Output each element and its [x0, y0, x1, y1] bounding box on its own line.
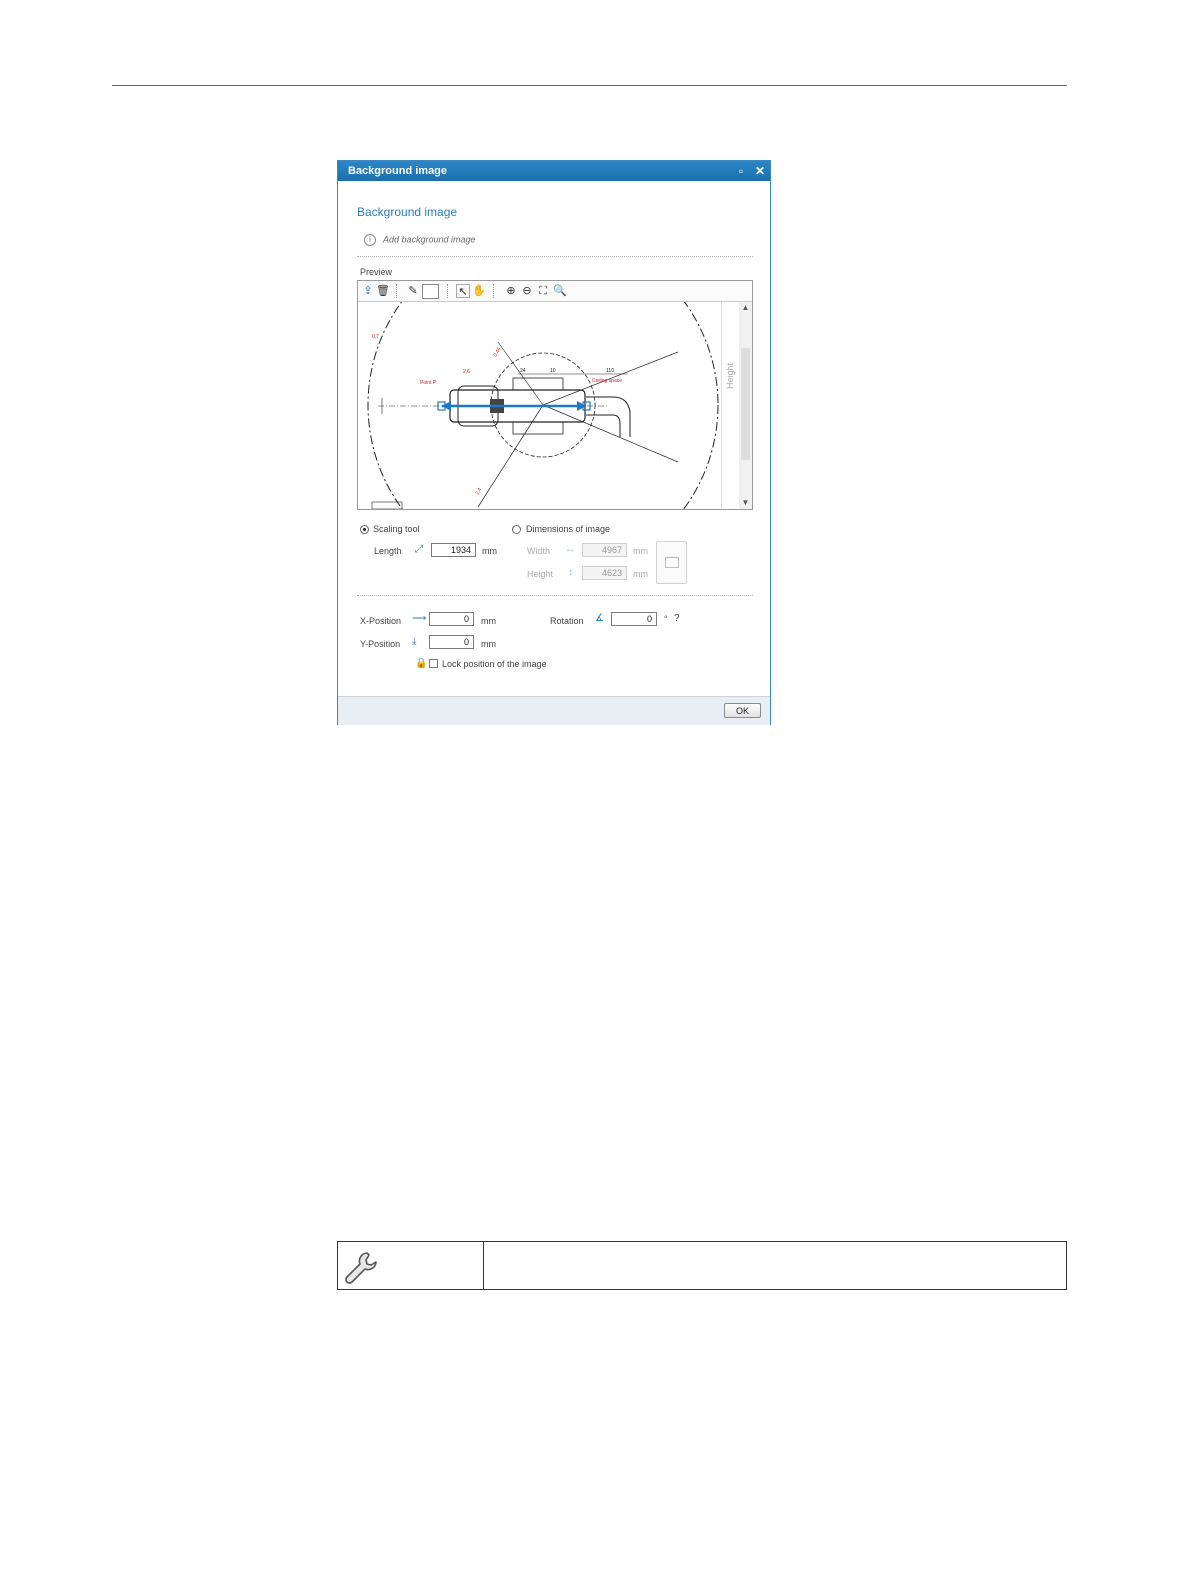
drawing-label: 110: [606, 368, 614, 374]
lock-position-checkbox[interactable]: [429, 659, 438, 668]
length-label: Length: [374, 546, 402, 556]
background-image-dialog: Background image ▫ ✕ Background image iA…: [337, 160, 771, 725]
length-input[interactable]: 1934: [431, 543, 476, 557]
width-input[interactable]: 4967: [582, 543, 627, 557]
y-position-label: Y-Position: [360, 639, 401, 649]
zoom-fit-icon[interactable]: ⛶: [536, 284, 550, 298]
height-unit: mm: [633, 569, 648, 579]
note-table: [337, 1241, 1067, 1290]
rotation-label: Rotation: [550, 616, 584, 626]
drawing-label: 0,7: [372, 334, 379, 340]
dimensions-label: Dimensions of image: [526, 524, 611, 534]
x-position-label: X-Position: [360, 616, 402, 626]
preview-canvas[interactable]: 0,7 Point P 2,6 0,46 24 10 110 Ceiling s…: [358, 302, 721, 509]
vertical-scrollbar[interactable]: ▲ ▼: [739, 302, 752, 509]
close-icon[interactable]: ✕: [753, 161, 767, 181]
page-header-rule: [112, 85, 1067, 86]
separator: [357, 256, 753, 257]
info-row: i Add background image: [364, 234, 476, 246]
pan-hand-icon[interactable]: ✋: [472, 284, 486, 298]
robot-bottom-module: [512, 421, 564, 435]
separator: [357, 595, 753, 596]
drawing-label: 10: [550, 368, 556, 374]
info-icon: i: [364, 234, 376, 246]
y-position-input[interactable]: 0: [429, 635, 474, 649]
scroll-up-icon[interactable]: ▲: [739, 302, 752, 314]
aspect-ratio-link-button[interactable]: [656, 541, 687, 584]
rotation-input[interactable]: 0: [611, 612, 657, 626]
preview-panel: ⇪ 🗑 ✎ ↖ ✋ ⊕ ⊖ ⛶ 🔍 0,7 Point P 2,6 0,46 2…: [357, 280, 753, 510]
width-unit: mm: [633, 546, 648, 556]
zoom-out-icon[interactable]: ⊖: [520, 284, 534, 298]
preview-label: Preview: [360, 267, 393, 277]
restore-icon[interactable]: ▫: [734, 161, 748, 181]
scroll-down-icon[interactable]: ▼: [739, 497, 752, 509]
section-heading: Background image: [357, 205, 458, 219]
height-ruler-label: Height: [725, 362, 735, 389]
width-arrow-icon: ↔: [565, 544, 575, 555]
cable-path: [586, 396, 631, 437]
toolbar-separator: [396, 284, 397, 298]
drawing-label: Point P: [420, 380, 437, 386]
link-icon: [665, 557, 679, 568]
drawing-label: 2,4: [475, 487, 484, 496]
length-unit: mm: [482, 546, 497, 556]
eyedropper-icon[interactable]: ✎: [406, 284, 420, 298]
zoom-in-icon[interactable]: ⊕: [504, 284, 518, 298]
dialog-footer: [338, 696, 770, 725]
x-axis-icon: ⟶: [412, 613, 427, 624]
lock-position-label: Lock position of the image: [442, 659, 547, 669]
toolbar-separator: [447, 284, 448, 298]
cable-path-2: [586, 414, 621, 437]
y-axis-icon: ⤓: [412, 636, 417, 647]
wrench-icon: [345, 1252, 377, 1284]
x-position-unit: mm: [481, 616, 496, 626]
info-text: Add background image: [383, 234, 476, 245]
open-image-icon[interactable]: ⇪: [361, 284, 375, 298]
preview-toolbar: ⇪ 🗑 ✎ ↖ ✋ ⊕ ⊖ ⛶ 🔍: [358, 281, 752, 302]
width-label: Width: [527, 546, 551, 556]
height-label: Height: [527, 569, 554, 579]
toolbar-separator: [493, 284, 494, 298]
y-position-unit: mm: [481, 639, 496, 649]
dimensions-radio[interactable]: [512, 525, 521, 534]
drawing-label: Ceiling space: [592, 378, 622, 384]
height-arrow-icon: ↕: [568, 567, 573, 578]
ok-button[interactable]: OK: [724, 703, 761, 718]
zoom-reset-icon[interactable]: 🔍: [553, 284, 567, 298]
scaling-tool-label: Scaling tool: [373, 524, 420, 534]
color-swatch[interactable]: [422, 284, 439, 299]
scroll-thumb[interactable]: [741, 348, 750, 460]
note-icon-cell: [338, 1242, 484, 1289]
rotation-unit: °: [664, 614, 668, 624]
dialog-titlebar[interactable]: Background image ▫ ✕: [338, 161, 770, 181]
lock-icon: 🔒: [415, 658, 428, 669]
drawing-label: 0,46: [493, 346, 503, 358]
height-ruler: [721, 302, 739, 509]
height-input[interactable]: 4623: [582, 566, 627, 580]
drawing-label: 2,6: [463, 369, 470, 375]
dialog-title: Background image: [348, 165, 448, 177]
length-measure-icon: ⤢: [415, 544, 423, 555]
select-pointer-icon[interactable]: ↖: [456, 284, 470, 298]
x-position-input[interactable]: 0: [429, 612, 474, 626]
robot-top-module: [512, 377, 564, 391]
drawing-svg: 0,7 Point P 2,6 0,46 24 10 110 Ceiling s…: [367, 302, 719, 509]
scaling-tool-radio[interactable]: [360, 525, 369, 534]
drawing-label: 24: [520, 368, 526, 374]
delete-icon[interactable]: 🗑: [376, 284, 390, 298]
help-icon[interactable]: ?: [674, 613, 680, 624]
rotation-icon: ∡: [595, 613, 604, 624]
